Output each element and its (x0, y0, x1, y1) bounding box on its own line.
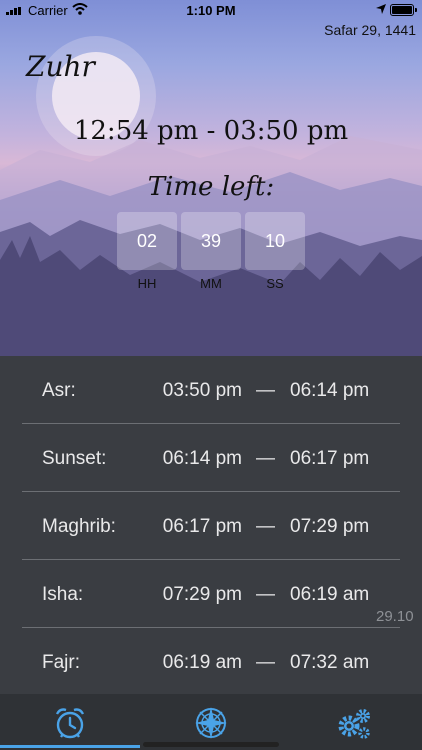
countdown-hours: 02 (117, 212, 177, 270)
prayer-end-time: 06:17 pm (290, 448, 370, 469)
time-separator: — (256, 584, 275, 605)
current-prayer-time-range: 12:54 pm - 03:50 pm (73, 116, 349, 146)
prayer-end-time: 06:14 pm (290, 380, 370, 401)
prayer-times-list: Asr: 03:50 pm — 06:14 pm Sunset: 06:14 p… (0, 356, 422, 694)
prayer-name: Asr: (42, 380, 76, 401)
location-arrow-icon (376, 4, 386, 14)
status-bar: Carrier 1:10 PM (0, 0, 422, 20)
prayer-start-time: 06:19 am (162, 652, 242, 673)
home-indicator (143, 742, 279, 747)
alarm-clock-icon (55, 708, 85, 739)
countdown-minutes: 39 (181, 212, 241, 270)
compass-icon (195, 707, 227, 739)
tab-settings[interactable] (282, 694, 422, 750)
prayer-row-isha: Isha: 07:29 pm — 06:19 am (0, 560, 422, 628)
side-value-label: 29.10 (376, 608, 414, 625)
prayer-row-maghrib: Maghrib: 06:17 pm — 07:29 pm (0, 492, 422, 560)
battery-icon (390, 4, 417, 16)
prayer-row-sunset: Sunset: 06:14 pm — 06:17 pm (0, 424, 422, 492)
time-separator: — (256, 380, 275, 401)
gears-icon (338, 709, 370, 739)
tab-prayer-times[interactable] (0, 694, 140, 750)
prayer-row-fajr: Fajr: 06:19 am — 07:32 am (0, 628, 422, 696)
clock-time: 1:10 PM (186, 3, 236, 18)
prayer-end-time: 07:32 am (290, 652, 370, 673)
current-prayer-name: Zuhr (26, 50, 95, 83)
prayer-start-time: 07:29 pm (162, 584, 242, 605)
time-separator: — (256, 448, 275, 469)
prayer-name: Fajr: (42, 652, 80, 673)
time-separator: — (256, 652, 275, 673)
countdown-seconds-label: SS (266, 276, 284, 291)
prayer-start-time: 06:14 pm (162, 448, 242, 469)
prayer-name: Sunset: (42, 448, 107, 469)
countdown-hours-label: HH (137, 276, 157, 291)
prayer-start-time: 06:17 pm (162, 516, 242, 537)
prayer-name: Maghrib: (42, 516, 116, 537)
countdown-minutes-label: MM (200, 276, 222, 291)
hijri-date: Safar 29, 1441 (324, 22, 416, 38)
countdown-seconds: 10 (245, 212, 305, 270)
time-left-label: Time left: (147, 172, 275, 202)
prayer-end-time: 07:29 pm (290, 516, 370, 537)
prayer-name: Isha: (42, 584, 84, 605)
prayer-row-asr: Asr: 03:50 pm — 06:14 pm (0, 356, 422, 424)
prayer-end-time: 06:19 am (290, 584, 370, 605)
prayer-start-time: 03:50 pm (162, 380, 242, 401)
time-separator: — (256, 516, 275, 537)
